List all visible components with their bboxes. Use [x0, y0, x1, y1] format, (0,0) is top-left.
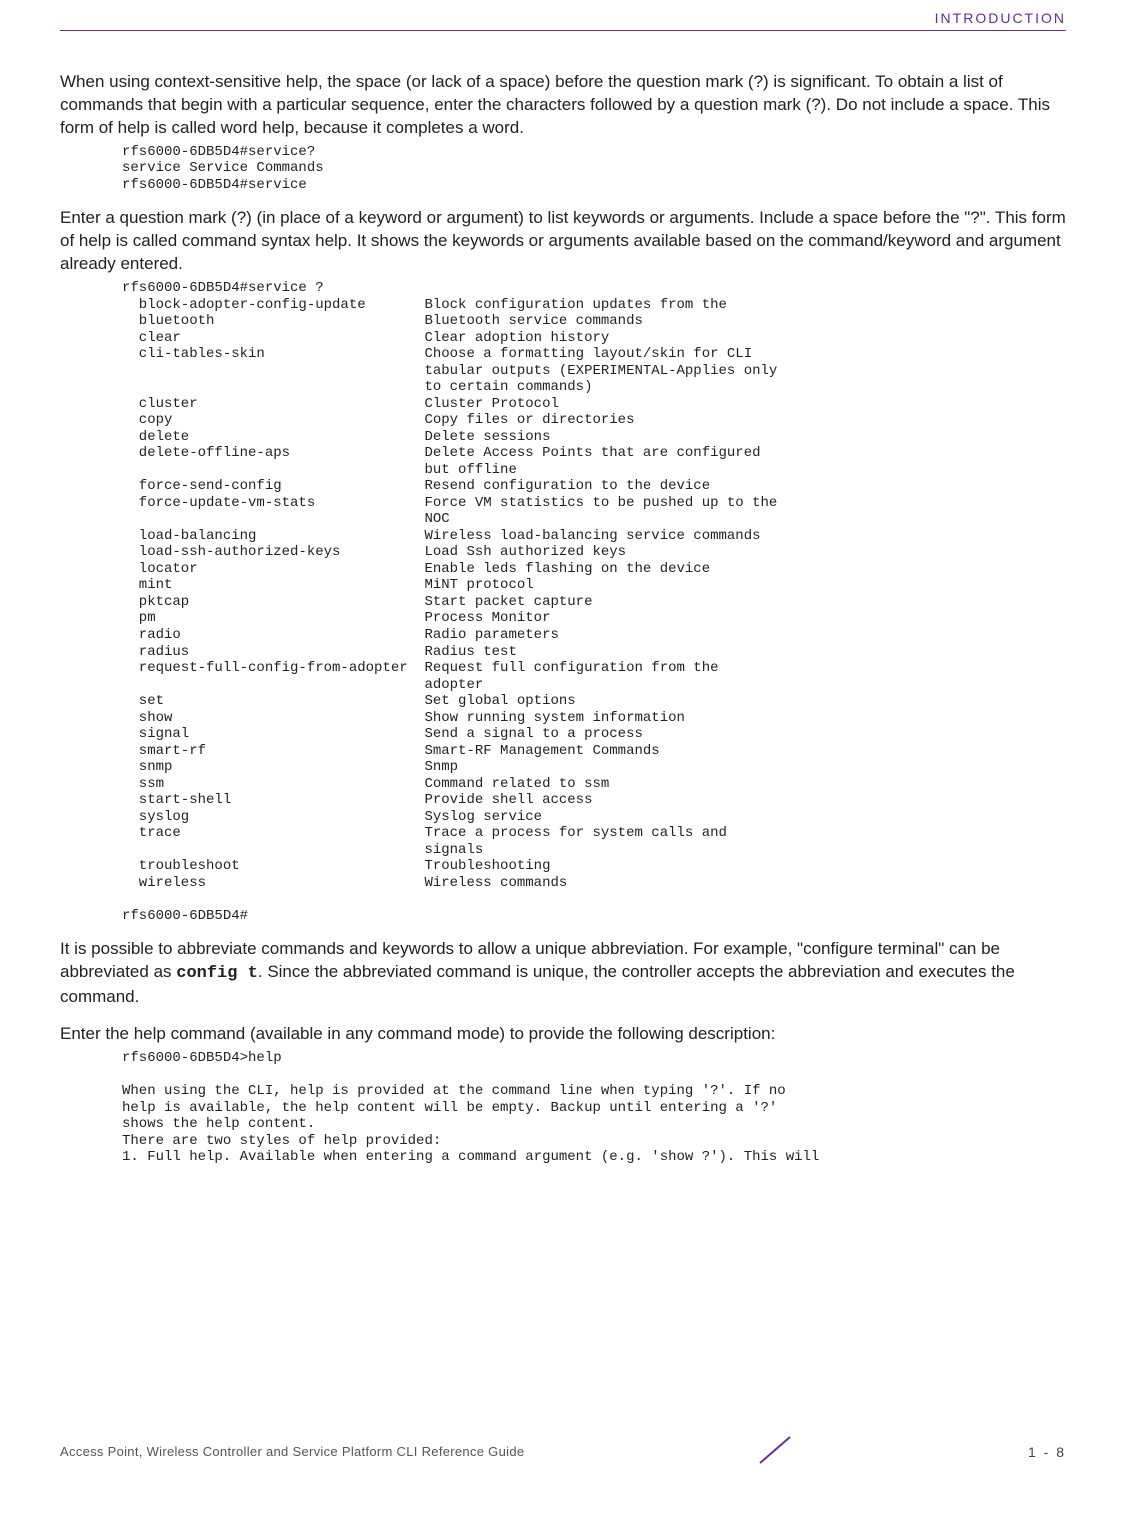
paragraph-2: Enter a question mark (?) (in place of a…	[60, 207, 1066, 276]
page-section-header: INTRODUCTION	[60, 10, 1066, 30]
paragraph-4: Enter the help command (available in any…	[60, 1023, 1066, 1046]
paragraph-3: It is possible to abbreviate commands an…	[60, 938, 1066, 1009]
inline-code-config-t: config t	[176, 964, 258, 983]
code-block-1: rfs6000-6DB5D4#service? service Service …	[122, 144, 1066, 194]
page-footer: Access Point, Wireless Controller and Se…	[60, 1435, 1066, 1468]
header-divider	[60, 30, 1066, 31]
code-block-2: rfs6000-6DB5D4#service ? block-adopter-c…	[122, 280, 1066, 924]
footer-page-number: 1 - 8	[1026, 1444, 1066, 1460]
paragraph-1: When using context-sensitive help, the s…	[60, 71, 1066, 140]
footer-slash-icon	[735, 1435, 815, 1468]
footer-title: Access Point, Wireless Controller and Se…	[60, 1444, 524, 1459]
code-block-3: rfs6000-6DB5D4>help When using the CLI, …	[122, 1050, 1066, 1166]
